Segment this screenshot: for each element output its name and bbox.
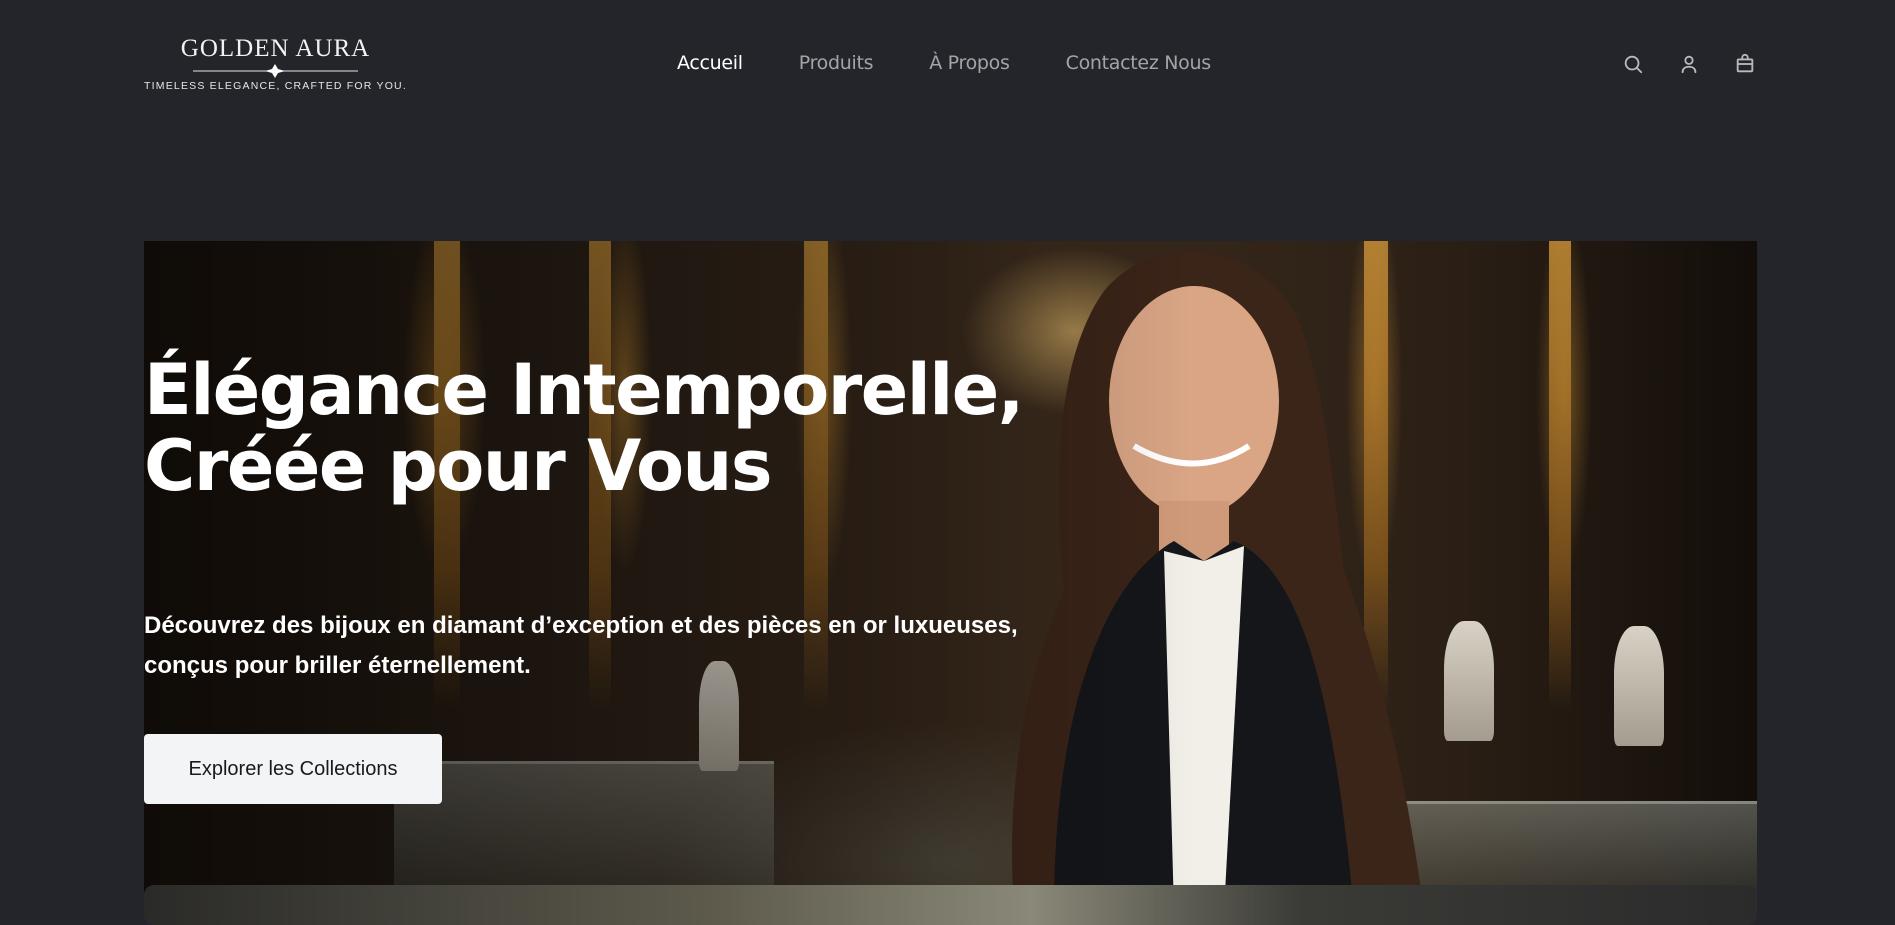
nav-item-accueil[interactable]: Accueil bbox=[677, 52, 743, 82]
hero-overlay bbox=[144, 241, 1757, 911]
hero-title: Élégance Intemporelle, Créée pour Vous bbox=[144, 349, 1024, 507]
search-icon[interactable] bbox=[1622, 53, 1644, 75]
nav-item-a-propos[interactable]: À Propos bbox=[929, 52, 1010, 82]
brand-tagline: TIMELESS ELEGANCE, CRAFTED FOR YOU. bbox=[144, 80, 407, 92]
user-icon[interactable] bbox=[1678, 53, 1700, 75]
site-header: GOLDEN AURA TIMELESS ELEGANCE, CRAFTED F… bbox=[0, 0, 1895, 130]
brand-logo[interactable]: GOLDEN AURA TIMELESS ELEGANCE, CRAFTED F… bbox=[143, 34, 408, 96]
sparkle-icon bbox=[143, 64, 408, 78]
explore-collections-button[interactable]: Explorer les Collections bbox=[144, 734, 442, 804]
shopping-bag-icon[interactable] bbox=[1734, 53, 1756, 75]
brand-name: GOLDEN AURA bbox=[180, 35, 371, 62]
nav-item-contactez-nous[interactable]: Contactez Nous bbox=[1066, 52, 1212, 82]
hero-subtitle: Découvrez des bijoux en diamant d’except… bbox=[144, 612, 1018, 679]
next-section-preview bbox=[144, 885, 1757, 925]
header-actions bbox=[1622, 53, 1756, 75]
main-nav: Accueil Produits À Propos Contactez Nous bbox=[677, 52, 1211, 82]
nav-item-produits[interactable]: Produits bbox=[799, 52, 874, 82]
hero-banner: Élégance Intemporelle, Créée pour Vous D… bbox=[144, 241, 1757, 911]
